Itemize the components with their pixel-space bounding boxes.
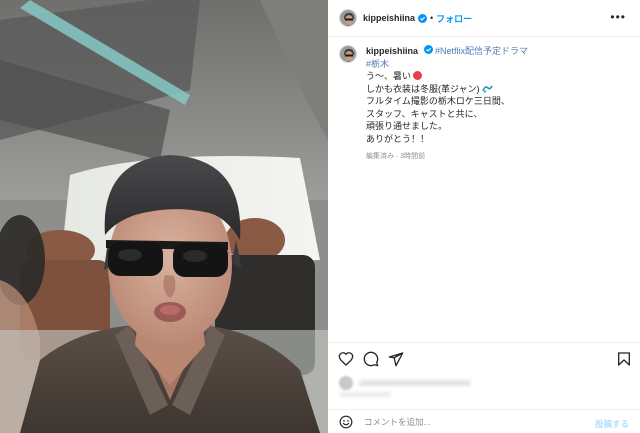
likes-summary-blurred bbox=[339, 376, 471, 390]
caption-username[interactable]: kippeishiina bbox=[366, 46, 418, 56]
account-username[interactable]: kippeishiina bbox=[363, 13, 415, 23]
post-comment-button[interactable]: 投稿する bbox=[595, 418, 629, 430]
emoji-picker-icon[interactable] bbox=[339, 415, 353, 429]
more-options-icon[interactable]: ••• bbox=[610, 11, 626, 23]
post-photo[interactable] bbox=[0, 0, 328, 433]
hashtag-link[interactable]: #栃木 bbox=[366, 59, 389, 69]
caption-line: フルタイム撮影の栃木ロケ三日間、 bbox=[366, 96, 510, 106]
follow-button[interactable]: フォロー bbox=[436, 12, 472, 25]
post-timestamp: 編集済み · 3時間前 bbox=[366, 153, 426, 160]
caption-line: う〜、暑い bbox=[366, 71, 412, 81]
comment-input[interactable] bbox=[364, 416, 564, 427]
action-bar bbox=[328, 342, 640, 370]
separator-dot: • bbox=[430, 13, 434, 23]
caption: kippeishiina #Netflix配信予定ドラマ #栃木 う〜、暑い し… bbox=[339, 45, 629, 164]
date-blurred bbox=[339, 392, 391, 397]
comment-icon[interactable] bbox=[363, 351, 379, 367]
comment-bar: 投稿する bbox=[328, 409, 640, 433]
sweat-drops-emoji-icon bbox=[481, 85, 493, 93]
hashtag-link[interactable]: #Netflix配信予定ドラマ bbox=[435, 46, 528, 56]
bookmark-icon[interactable] bbox=[616, 351, 632, 367]
verified-badge-icon bbox=[418, 13, 428, 23]
likes-text-blurred bbox=[359, 380, 471, 386]
heart-icon[interactable] bbox=[338, 351, 354, 367]
caption-line: しかも衣装は冬服(革ジャン) bbox=[366, 83, 480, 94]
caption-line: スタッフ、キャストと共に、 bbox=[366, 108, 483, 119]
post-header: kippeishiina • フォロー ••• bbox=[328, 0, 640, 37]
caption-line: 頑張り通せました。 bbox=[366, 121, 448, 131]
send-icon[interactable] bbox=[388, 351, 404, 367]
caption-text: kippeishiina #Netflix配信予定ドラマ #栃木 う〜、暑い し… bbox=[366, 45, 528, 164]
avatar[interactable] bbox=[339, 9, 357, 27]
liker-avatar bbox=[339, 376, 353, 390]
caption-avatar[interactable] bbox=[339, 45, 357, 63]
verified-badge-icon bbox=[423, 45, 433, 54]
post-side-panel: kippeishiina • フォロー ••• kippeishiina #Ne… bbox=[328, 0, 640, 433]
hot-face-emoji-icon bbox=[413, 71, 423, 80]
caption-line: ありがとう！！ bbox=[366, 133, 430, 144]
